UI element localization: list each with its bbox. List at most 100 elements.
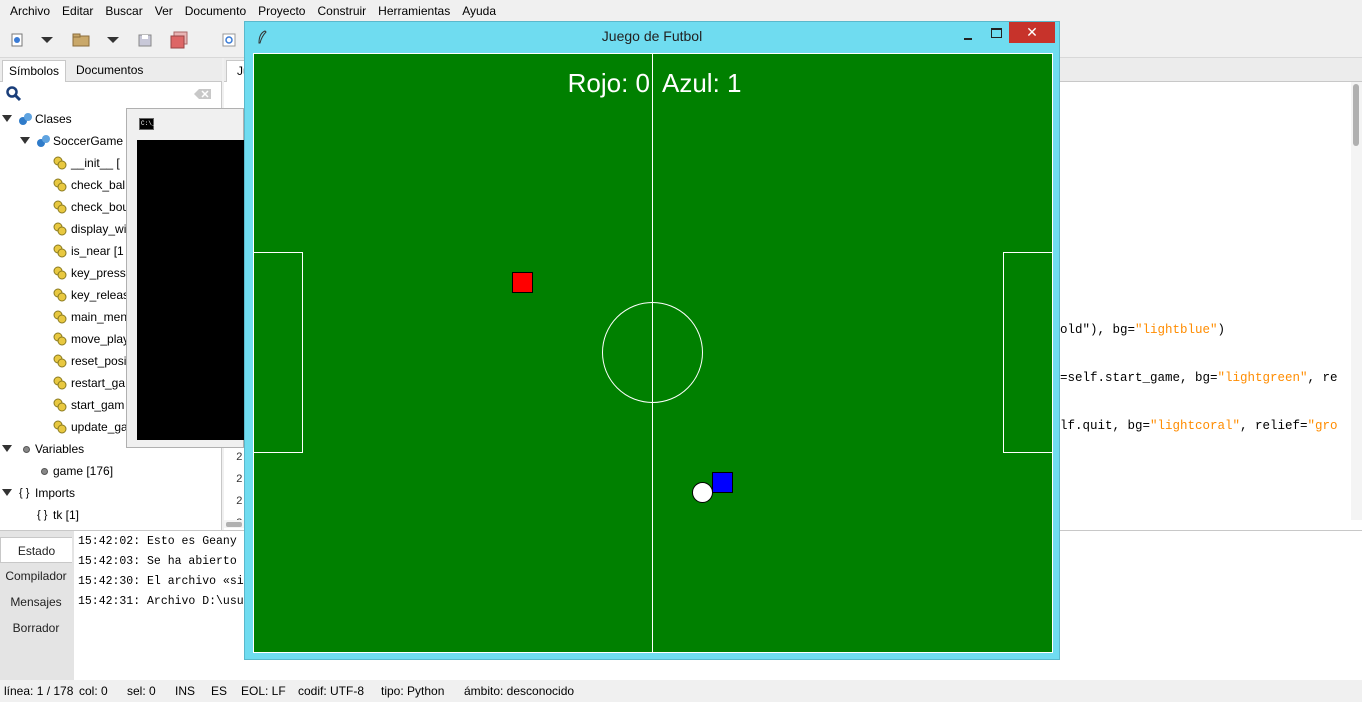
tab-borrador[interactable]: Borrador bbox=[0, 615, 72, 641]
game-window[interactable]: Juego de Futbol ✕ Rojo: 0 Azul: 1 bbox=[244, 21, 1060, 660]
symbol-search-row bbox=[0, 82, 222, 106]
menu-ver[interactable]: Ver bbox=[149, 0, 179, 22]
tab-documentos[interactable]: Documentos bbox=[70, 60, 149, 82]
editor-horizontal-scrollbar[interactable] bbox=[224, 520, 244, 528]
status-ins: INS bbox=[175, 684, 196, 698]
tree-label-imports: Imports bbox=[35, 486, 76, 500]
status-message: 15:42:03: Se ha abierto bbox=[78, 555, 237, 568]
sidebar-tabs: Símbolos Documentos bbox=[0, 58, 222, 82]
editor-vertical-scrollbar[interactable] bbox=[1351, 82, 1362, 520]
ball bbox=[692, 482, 713, 503]
tree-label-class: SoccerGame [ bbox=[53, 134, 130, 148]
new-file-dropdown-icon[interactable] bbox=[36, 29, 58, 51]
status-lang: ES bbox=[211, 684, 228, 698]
class-icon bbox=[19, 113, 32, 125]
method-icon bbox=[53, 376, 67, 390]
save-icon[interactable] bbox=[134, 29, 156, 51]
tree-label-method: key_releas bbox=[71, 288, 130, 302]
search-icon bbox=[6, 86, 22, 105]
status-bar: línea: 1 / 178 col: 0 sel: 0 INS ES EOL:… bbox=[0, 680, 1362, 702]
game-title: Juego de Futbol bbox=[601, 28, 703, 44]
tab-simbolos[interactable]: Símbolos bbox=[2, 60, 67, 82]
blue-player bbox=[712, 472, 733, 493]
tree-label-method: restart_ga bbox=[71, 376, 126, 390]
imports-brace-icon: { } bbox=[19, 487, 30, 499]
tree-label-method: check_bal bbox=[71, 178, 126, 192]
reload-icon[interactable] bbox=[218, 29, 240, 51]
method-icon bbox=[53, 310, 67, 324]
tab-estado[interactable]: Estado bbox=[0, 537, 72, 563]
line-number: 2 bbox=[236, 496, 243, 508]
tree-label-variable: game [176] bbox=[53, 464, 114, 478]
menu-buscar[interactable]: Buscar bbox=[99, 0, 148, 22]
line-number: 2 bbox=[236, 452, 243, 464]
menu-construir[interactable]: Construir bbox=[311, 0, 372, 22]
menu-bar: Archivo Editar Buscar Ver Documento Proy… bbox=[0, 0, 1362, 22]
tree-label-variables: Variables bbox=[35, 442, 85, 456]
status-message: 15:42:30: El archivo «si bbox=[78, 575, 244, 588]
clear-search-icon[interactable] bbox=[194, 88, 212, 103]
tree-label-method: update_ga bbox=[71, 420, 128, 434]
menu-proyecto[interactable]: Proyecto bbox=[252, 0, 311, 22]
editor-scroll-thumb[interactable] bbox=[1353, 84, 1359, 146]
method-icon bbox=[53, 288, 67, 302]
menu-archivo[interactable]: Archivo bbox=[4, 0, 56, 22]
import-brace-icon: { } bbox=[37, 509, 48, 521]
status-message: 15:42:31: Archivo D:\usu bbox=[78, 595, 244, 608]
expand-arrow-icon[interactable] bbox=[2, 489, 12, 496]
method-icon bbox=[53, 398, 67, 412]
menu-documento[interactable]: Documento bbox=[179, 0, 252, 22]
tree-label-import: tk [1] bbox=[53, 508, 80, 522]
tab-mensajes[interactable]: Mensajes bbox=[0, 589, 72, 615]
tree-label-method: main_men bbox=[71, 310, 128, 324]
console-output bbox=[137, 140, 245, 440]
expand-arrow-icon[interactable] bbox=[2, 115, 12, 122]
expand-arrow-icon[interactable] bbox=[2, 445, 12, 452]
menu-ayuda[interactable]: Ayuda bbox=[456, 0, 502, 22]
method-icon bbox=[53, 332, 67, 346]
minimize-icon[interactable] bbox=[957, 28, 979, 44]
close-icon[interactable]: ✕ bbox=[1009, 22, 1055, 43]
right-goal-box bbox=[1003, 252, 1052, 453]
game-titlebar[interactable]: Juego de Futbol ✕ bbox=[245, 22, 1059, 52]
method-icon bbox=[53, 156, 67, 170]
method-icon bbox=[53, 178, 67, 192]
variable-icon bbox=[23, 446, 30, 453]
method-icon bbox=[53, 222, 67, 236]
status-encoding: codif: UTF-8 bbox=[298, 684, 365, 698]
horizontal-scroll-thumb[interactable] bbox=[226, 522, 242, 527]
method-icon bbox=[53, 244, 67, 258]
method-icon bbox=[53, 354, 67, 368]
tree-label-method: check_bou bbox=[71, 200, 130, 214]
open-dropdown-icon[interactable] bbox=[102, 29, 124, 51]
tree-node-imports[interactable]: { } Imports bbox=[0, 482, 222, 504]
status-message: 15:42:02: Esto es Geany bbox=[78, 535, 237, 548]
code-line: old"), bg="lightblue") bbox=[1060, 323, 1226, 337]
maximize-icon[interactable] bbox=[985, 26, 1007, 42]
soccer-field: Rojo: 0 Azul: 1 bbox=[253, 53, 1053, 653]
menu-herramientas[interactable]: Herramientas bbox=[372, 0, 456, 22]
tree-node-variable[interactable]: game [176] bbox=[0, 460, 222, 482]
status-filetype: tipo: Python bbox=[381, 684, 445, 698]
tree-node-import[interactable]: { } tk [1] bbox=[0, 504, 222, 526]
tree-label-method: display_wi bbox=[71, 222, 127, 236]
tree-label-method: key_press bbox=[71, 266, 126, 280]
tab-compilador[interactable]: Compilador bbox=[0, 563, 72, 589]
console-icon: C:\_ bbox=[139, 118, 155, 130]
console-window[interactable]: C:\_ bbox=[126, 108, 245, 448]
status-eol: EOL: LF bbox=[241, 684, 286, 698]
score-blue: Azul: 1 bbox=[662, 68, 742, 98]
menu-editar[interactable]: Editar bbox=[56, 0, 99, 22]
open-folder-icon[interactable] bbox=[70, 29, 92, 51]
status-sel: sel: 0 bbox=[127, 684, 156, 698]
save-all-icon[interactable] bbox=[168, 29, 190, 51]
tree-label-method: __init__ [ bbox=[71, 156, 120, 170]
message-tabs: Estado Compilador Mensajes Borrador bbox=[0, 531, 74, 681]
line-number: 2 bbox=[236, 474, 243, 486]
tree-label-method: reset_posi bbox=[71, 354, 127, 368]
method-icon bbox=[53, 266, 67, 280]
symbol-search-input[interactable] bbox=[24, 85, 216, 103]
status-line: línea: 1 / 178 bbox=[4, 684, 74, 698]
new-file-icon[interactable] bbox=[6, 29, 28, 51]
expand-arrow-icon[interactable] bbox=[20, 137, 30, 144]
